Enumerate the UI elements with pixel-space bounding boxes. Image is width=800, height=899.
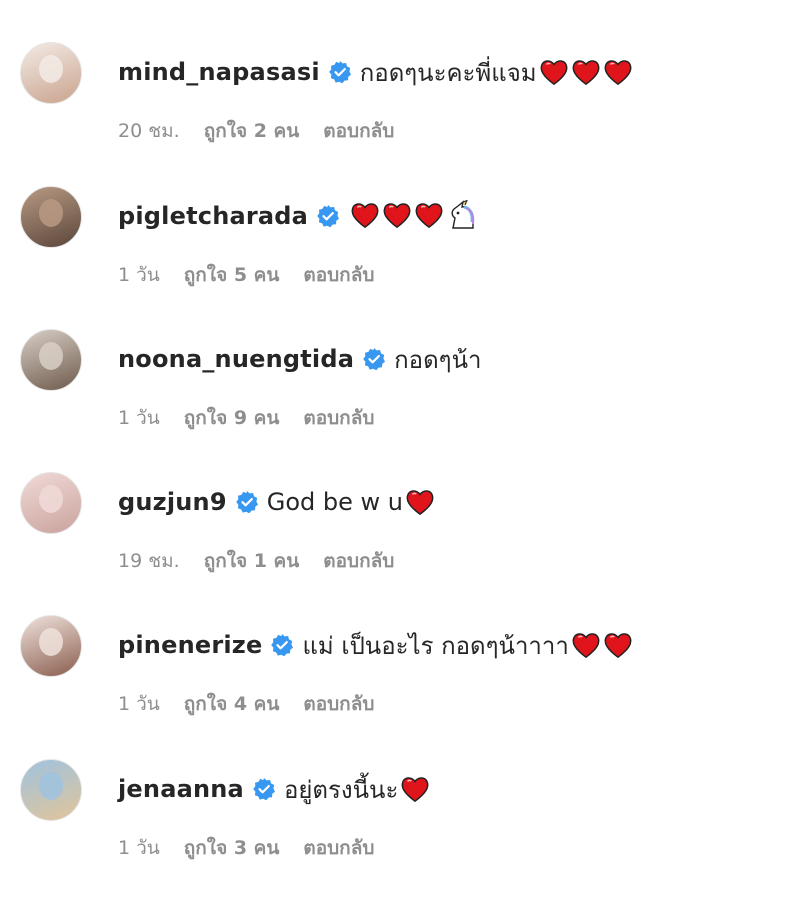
avatar-photo: [39, 485, 63, 513]
comment-body: noona_nuengtida กอดๆน้า: [118, 341, 481, 377]
red-heart-icon: [350, 200, 380, 230]
red-heart-icon: [603, 57, 633, 87]
verified-badge-shape: [235, 490, 259, 514]
red-heart-icon: [603, 630, 633, 660]
username-link[interactable]: jenaanna: [118, 775, 244, 803]
comment-item: guzjun9 God be w u 19 ชม. ถูกใจ 1 คน ตอบกลับ: [0, 472, 800, 612]
avatar[interactable]: [20, 759, 82, 821]
red-heart-icon: [539, 57, 569, 87]
likes-count[interactable]: ถูกใจ 4 คน: [184, 689, 280, 719]
comment-body: mind_napasasi กอดๆนะคะพี่แจม: [118, 54, 633, 90]
verified-badge-shape: [328, 60, 352, 84]
reply-button[interactable]: ตอบกลับ: [303, 833, 374, 863]
reply-button[interactable]: ตอบกลับ: [303, 403, 374, 433]
verified-badge-icon: [270, 633, 294, 657]
username-link[interactable]: guzjun9: [118, 488, 227, 516]
comment-item: pinenerize แม่ เป็นอะไร กอดๆน้าาาา 1 วัน ถู…: [0, 615, 800, 755]
avatar[interactable]: [20, 186, 82, 248]
comment-meta: 1 วัน ถูกใจ 9 คน ตอบกลับ: [118, 403, 374, 433]
verified-badge-icon: [362, 347, 386, 371]
comment-item: noona_nuengtida กอดๆน้า 1 วัน ถูกใจ 9 คน ตอบ…: [0, 329, 800, 469]
reply-button[interactable]: ตอบกลับ: [303, 689, 374, 719]
verified-badge-icon: [235, 490, 259, 514]
red-heart-icon: [414, 200, 444, 230]
avatar-photo: [39, 199, 63, 227]
verified-badge-shape: [252, 777, 276, 801]
username-link[interactable]: pigletcharada: [118, 202, 308, 230]
avatar-photo: [39, 55, 63, 83]
likes-count[interactable]: ถูกใจ 5 คน: [184, 260, 280, 290]
emoji-group: [571, 630, 633, 660]
red-heart-icon: [571, 57, 601, 87]
username-link[interactable]: mind_napasasi: [118, 58, 320, 86]
username-link[interactable]: pinenerize: [118, 631, 262, 659]
comment-item: mind_napasasi กอดๆนะคะพี่แจม 20 ชม. ถูกใจ 2…: [0, 42, 800, 182]
comment-meta: 20 ชม. ถูกใจ 2 คน ตอบกลับ: [118, 116, 394, 146]
verified-badge-icon: [252, 777, 276, 801]
comment-time: 19 ชม.: [118, 550, 180, 572]
avatar[interactable]: [20, 472, 82, 534]
red-heart-icon: [405, 487, 435, 517]
red-heart-icon: [571, 630, 601, 660]
comment-body: pigletcharada: [118, 198, 478, 234]
avatar-photo: [39, 628, 63, 656]
reply-button[interactable]: ตอบกลับ: [323, 546, 394, 576]
comment-text: God be w u: [266, 488, 403, 516]
comment-text: กอดๆนะคะพี่แจม: [359, 58, 537, 87]
emoji-group: [539, 57, 633, 87]
comment-meta: 1 วัน ถูกใจ 5 คน ตอบกลับ: [118, 260, 374, 290]
comment-meta: 19 ชม. ถูกใจ 1 คน ตอบกลับ: [118, 546, 394, 576]
emoji-group: [350, 200, 478, 232]
likes-count[interactable]: ถูกใจ 9 คน: [184, 403, 280, 433]
likes-count[interactable]: ถูกใจ 2 คน: [204, 116, 300, 146]
comment-time: 20 ชม.: [118, 120, 180, 142]
emoji-group: [400, 774, 430, 804]
avatar-photo: [39, 342, 63, 370]
comment-time: 1 วัน: [118, 837, 160, 859]
verified-badge-icon: [328, 60, 352, 84]
avatar[interactable]: [20, 329, 82, 391]
comment-text: กอดๆน้า: [394, 345, 482, 374]
reply-button[interactable]: ตอบกลับ: [323, 116, 394, 146]
comment-meta: 1 วัน ถูกใจ 4 คน ตอบกลับ: [118, 689, 374, 719]
comment-time: 1 วัน: [118, 264, 160, 286]
comment-body: jenaanna อยู่ตรงนี้นะ: [118, 771, 430, 807]
comment-item: pigletcharada 1 วัน ถูกใจ 5 คน ตอบกลับ: [0, 186, 800, 326]
comment-item: jenaanna อยู่ตรงนี้นะ 1 วัน ถูกใจ 3 คน ตอบกล…: [0, 759, 800, 899]
avatar-photo: [39, 772, 63, 800]
avatar[interactable]: [20, 42, 82, 104]
comment-text: อยู่ตรงนี้นะ: [283, 775, 399, 804]
red-heart-icon: [382, 200, 412, 230]
unicorn-icon: [446, 200, 478, 232]
verified-badge-icon: [316, 204, 340, 228]
reply-button[interactable]: ตอบกลับ: [303, 260, 374, 290]
likes-count[interactable]: ถูกใจ 1 คน: [204, 546, 300, 576]
comment-time: 1 วัน: [118, 407, 160, 429]
emoji-group: [405, 487, 435, 517]
red-heart-icon: [400, 774, 430, 804]
verified-badge-shape: [270, 633, 294, 657]
username-link[interactable]: noona_nuengtida: [118, 345, 354, 373]
comment-meta: 1 วัน ถูกใจ 3 คน ตอบกลับ: [118, 833, 374, 863]
verified-badge-shape: [316, 204, 340, 228]
comment-time: 1 วัน: [118, 693, 160, 715]
verified-badge-shape: [362, 347, 386, 371]
avatar[interactable]: [20, 615, 82, 677]
comment-text: แม่ เป็นอะไร กอดๆน้าาาา: [302, 631, 569, 660]
comment-body: pinenerize แม่ เป็นอะไร กอดๆน้าาาา: [118, 627, 633, 663]
likes-count[interactable]: ถูกใจ 3 คน: [184, 833, 280, 863]
comment-body: guzjun9 God be w u: [118, 484, 435, 520]
